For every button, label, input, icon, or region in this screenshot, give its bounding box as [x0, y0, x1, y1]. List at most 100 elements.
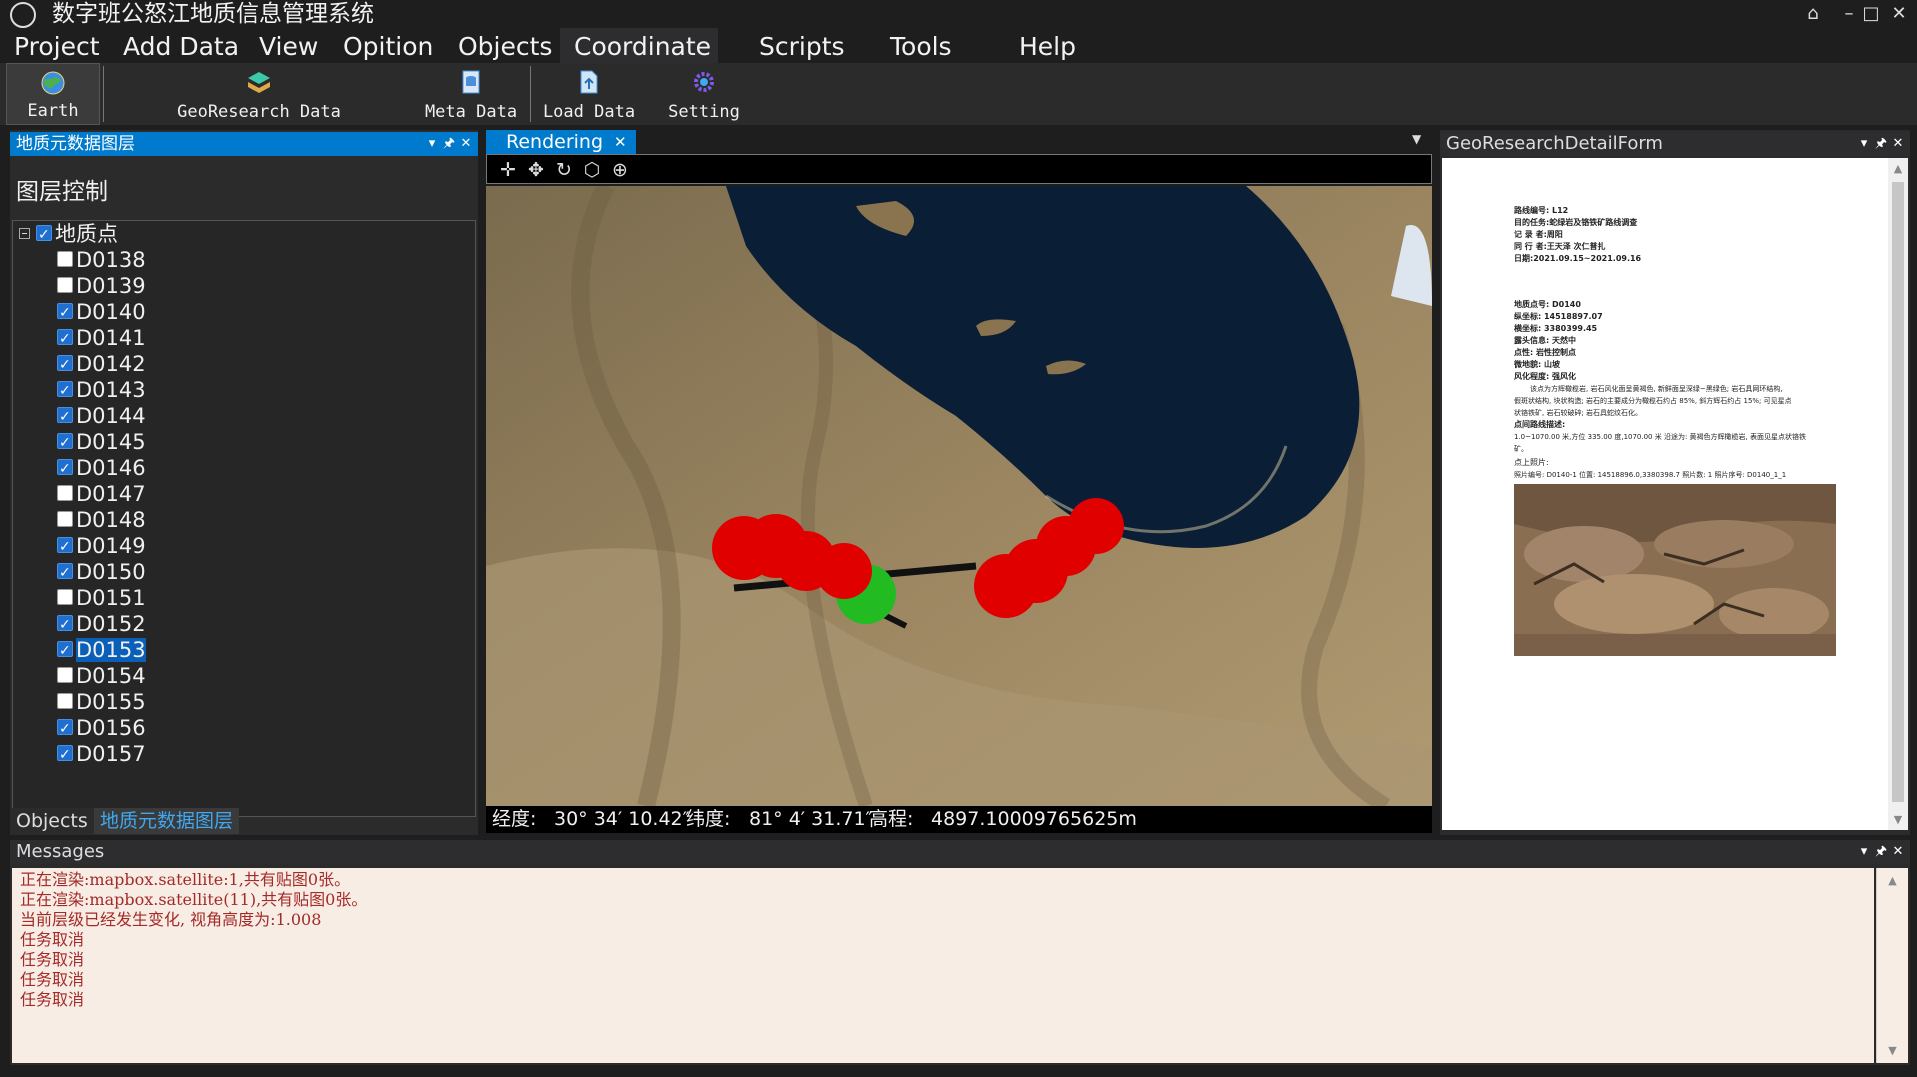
layer-checkbox[interactable]	[57, 430, 73, 456]
tab-geo-metadata-layer[interactable]: 地质元数据图层	[94, 808, 240, 834]
tree-item[interactable]: D0147	[57, 481, 146, 507]
doc-line: 状铬铁矿, 岩石较破碎; 岩石具蛇纹石化。	[1514, 409, 1643, 417]
tree-item[interactable]: D0148	[57, 507, 146, 533]
setting-button[interactable]: Setting	[660, 63, 748, 125]
close-button[interactable]: ✕	[1886, 2, 1912, 26]
tree-item[interactable]: D0151	[57, 585, 146, 611]
close-icon[interactable]: ✕	[1890, 132, 1906, 156]
tab-objects[interactable]: Objects	[10, 808, 94, 834]
tree-item[interactable]: D0152	[57, 611, 146, 638]
menu-view[interactable]: View	[245, 28, 332, 63]
elev-label: 高程:	[869, 808, 914, 830]
tree-item[interactable]: D0139	[57, 273, 146, 299]
menu-objects[interactable]: Objects	[444, 28, 566, 63]
menu-help[interactable]: Help	[1005, 28, 1090, 63]
layer-checkbox[interactable]	[57, 693, 73, 709]
layer-checkbox[interactable]	[57, 612, 73, 638]
root-checkbox[interactable]	[36, 222, 52, 248]
scroll-down-icon[interactable]: ▼	[1877, 1044, 1908, 1057]
messages-log[interactable]: 正在渲染:mapbox.satellite:1,共有贴图0张。 正在渲染:map…	[12, 868, 1874, 1063]
scroll-up-icon[interactable]: ▲	[1877, 874, 1908, 887]
menu-add-data[interactable]: Add Data	[109, 28, 253, 63]
message-line: 当前层级已经发生变化, 视角高度为:1.008	[20, 910, 322, 929]
tree-item-label: D0150	[76, 560, 146, 584]
messages-scrollbar[interactable]: ▲ ▼	[1876, 868, 1908, 1063]
upload-file-icon	[580, 70, 598, 94]
layer-checkbox[interactable]	[57, 251, 73, 267]
tree-item[interactable]: D0150	[57, 559, 146, 586]
geo-point-marker[interactable]	[1068, 498, 1124, 554]
geo-point-marker[interactable]	[816, 543, 872, 599]
map-nav-toolbar: ✛ ✥ ↻ ⬡ ⊕	[486, 154, 1432, 184]
tree-item[interactable]: D0146	[57, 455, 146, 482]
globe-3d-icon[interactable]: ⬡	[581, 159, 603, 181]
layer-checkbox[interactable]	[57, 638, 73, 664]
scroll-up-icon[interactable]: ▲	[1888, 162, 1908, 175]
dropdown-icon[interactable]: ▾	[1856, 840, 1872, 864]
tree-item[interactable]: D0141	[57, 325, 146, 352]
tree-item[interactable]: D0153	[57, 637, 146, 664]
layer-checkbox[interactable]	[57, 352, 73, 378]
collapse-icon[interactable]	[19, 227, 30, 239]
layer-checkbox[interactable]	[57, 378, 73, 404]
layer-checkbox[interactable]	[57, 277, 73, 293]
tree-item[interactable]: D0142	[57, 351, 146, 378]
layers-icon	[248, 72, 270, 93]
dropdown-icon[interactable]: ▾	[1856, 132, 1872, 156]
loaddata-button[interactable]: Load Data	[537, 63, 641, 125]
tree-root[interactable]: 地质点	[19, 221, 118, 248]
tree-item[interactable]: D0145	[57, 429, 146, 456]
tree-item[interactable]: D0157	[57, 741, 146, 768]
close-icon[interactable]: ✕	[614, 130, 627, 154]
layer-checkbox[interactable]	[57, 485, 73, 501]
restore-icon[interactable]: ⌂	[1800, 2, 1826, 26]
tree-item[interactable]: D0156	[57, 715, 146, 742]
satellite-map-view[interactable]	[486, 186, 1432, 806]
layer-checkbox[interactable]	[57, 300, 73, 326]
target-icon[interactable]: ⊕	[609, 159, 631, 181]
menu-scripts[interactable]: Scripts	[745, 28, 859, 63]
detail-scrollbar[interactable]: ▲ ▼	[1888, 158, 1908, 830]
layer-checkbox[interactable]	[57, 742, 73, 768]
menu-project[interactable]: Project	[0, 28, 114, 63]
tree-item[interactable]: D0140	[57, 299, 146, 326]
scroll-down-icon[interactable]: ▼	[1888, 813, 1908, 826]
layer-checkbox[interactable]	[57, 534, 73, 560]
tree-item[interactable]: D0149	[57, 533, 146, 560]
tree-item[interactable]: D0138	[57, 247, 146, 273]
maximize-button[interactable]: □	[1858, 2, 1884, 26]
message-line: 正在渲染:mapbox.satellite(11),共有贴图0张。	[20, 890, 368, 909]
layer-checkbox[interactable]	[57, 456, 73, 482]
pan-icon[interactable]: ✛	[497, 159, 519, 181]
setting-label: Setting	[668, 102, 740, 122]
pin-icon[interactable]: 🖈	[1873, 132, 1889, 156]
menu-opition[interactable]: Opition	[329, 28, 447, 63]
layer-checkbox[interactable]	[57, 326, 73, 352]
metadata-button[interactable]: Meta Data	[420, 63, 522, 125]
dropdown-icon[interactable]: ▾	[424, 132, 440, 156]
earth-button[interactable]: Earth	[6, 63, 100, 125]
chevron-down-icon[interactable]: ▼	[1412, 132, 1421, 146]
tab-rendering[interactable]: Rendering ✕	[486, 130, 636, 154]
rotate-icon[interactable]: ↻	[553, 159, 575, 181]
menu-tools[interactable]: Tools	[876, 28, 966, 63]
pin-icon[interactable]: 🖈	[441, 132, 457, 156]
georesearch-button[interactable]: GeoResearch Data	[170, 63, 348, 125]
scroll-thumb[interactable]	[1892, 182, 1904, 802]
close-icon[interactable]: ✕	[458, 132, 474, 156]
layer-checkbox[interactable]	[57, 404, 73, 430]
move-icon[interactable]: ✥	[525, 159, 547, 181]
pin-icon[interactable]: 🖈	[1873, 840, 1889, 864]
tree-item[interactable]: D0154	[57, 663, 146, 689]
layer-checkbox[interactable]	[57, 667, 73, 683]
layer-checkbox[interactable]	[57, 560, 73, 586]
layer-checkbox[interactable]	[57, 716, 73, 742]
layer-checkbox[interactable]	[57, 589, 73, 605]
close-icon[interactable]: ✕	[1890, 840, 1906, 864]
elev-value: 4897.10009765625m	[931, 808, 1137, 830]
tree-item[interactable]: D0155	[57, 689, 146, 715]
tree-item[interactable]: D0144	[57, 403, 146, 430]
layer-checkbox[interactable]	[57, 511, 73, 527]
menu-coordinate[interactable]: Coordinate	[560, 28, 718, 63]
tree-item[interactable]: D0143	[57, 377, 146, 404]
